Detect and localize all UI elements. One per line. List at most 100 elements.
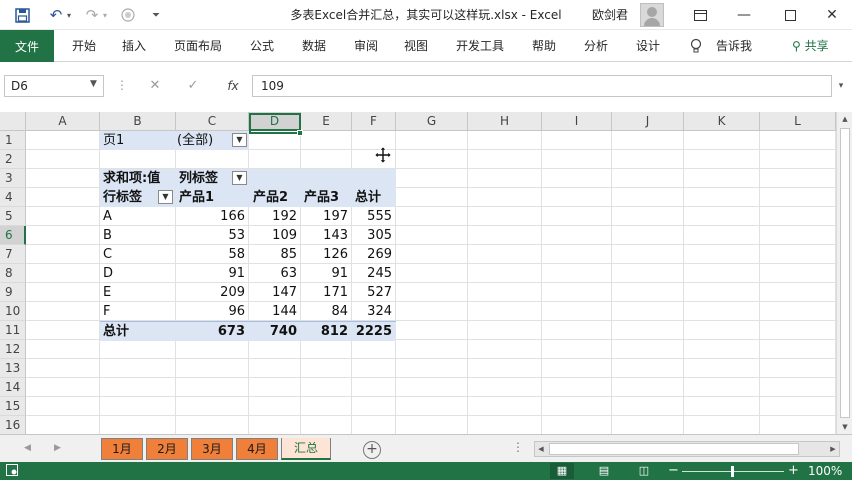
column-header-i[interactable]: I <box>542 112 612 131</box>
select-all-corner[interactable] <box>0 112 26 131</box>
tab-page-layout[interactable]: 页面布局 <box>174 30 222 62</box>
pivot-value-cell[interactable]: 269 <box>352 245 396 264</box>
row-header-5[interactable]: 5 <box>0 207 26 226</box>
sheet-tab-summary[interactable]: 汇总 <box>281 438 331 460</box>
name-box[interactable]: D6 <box>4 75 104 97</box>
pivot-value-cell[interactable]: 144 <box>249 302 301 321</box>
tab-file[interactable]: 文件 <box>0 30 54 62</box>
row-header-6[interactable]: 6 <box>0 226 26 245</box>
column-header-k[interactable]: K <box>684 112 760 131</box>
pivot-value-cell[interactable]: 143 <box>301 226 352 245</box>
save-icon[interactable] <box>12 5 32 25</box>
pivot-value-cell[interactable]: 527 <box>352 283 396 302</box>
ribbon-display-options-icon[interactable] <box>680 0 720 30</box>
touch-mode-icon[interactable] <box>118 5 138 25</box>
zoom-level[interactable]: 100% <box>808 462 842 480</box>
row-header-13[interactable]: 13 <box>0 359 26 378</box>
horizontal-scrollbar[interactable]: ◀ ▶ <box>534 441 840 457</box>
pivot-value-cell[interactable]: 192 <box>249 207 301 226</box>
row-header-10[interactable]: 10 <box>0 302 26 321</box>
row-header-14[interactable]: 14 <box>0 378 26 397</box>
tab-data[interactable]: 数据 <box>302 30 326 62</box>
enter-icon[interactable]: ✓ <box>182 75 204 97</box>
tab-split-grip[interactable]: ⋮ <box>512 440 524 454</box>
column-header-h[interactable]: H <box>468 112 542 131</box>
macro-record-icon[interactable] <box>6 464 18 479</box>
maximize-icon[interactable] <box>770 0 810 30</box>
customize-quick-access-icon[interactable]: ⏷ <box>146 5 166 25</box>
tab-developer[interactable]: 开发工具 <box>456 30 504 62</box>
tab-home[interactable]: 开始 <box>72 30 96 62</box>
tab-view[interactable]: 视图 <box>404 30 428 62</box>
tab-formulas[interactable]: 公式 <box>250 30 274 62</box>
sheet-tab-mar[interactable]: 3月 <box>191 438 233 460</box>
tab-analyze[interactable]: 分析 <box>584 30 608 62</box>
scroll-up-icon[interactable]: ▲ <box>837 112 852 126</box>
page-layout-view-icon[interactable]: ▤ <box>592 463 616 479</box>
tab-insert[interactable]: 插入 <box>122 30 146 62</box>
tab-help[interactable]: 帮助 <box>532 30 556 62</box>
pivot-value-cell[interactable]: 85 <box>249 245 301 264</box>
column-filter-dropdown-icon[interactable]: ▼ <box>232 171 247 185</box>
column-header-b[interactable]: B <box>100 112 176 131</box>
row-header-15[interactable]: 15 <box>0 397 26 416</box>
cancel-icon[interactable]: ✕ <box>144 75 166 97</box>
fill-handle[interactable] <box>297 130 303 136</box>
normal-view-icon[interactable]: ▦ <box>550 463 574 479</box>
next-sheet-icon[interactable]: ▶ <box>54 443 61 453</box>
pivot-value-cell[interactable]: 324 <box>352 302 396 321</box>
pivot-value-cell[interactable]: 63 <box>249 264 301 283</box>
sheet-tab-jan[interactable]: 1月 <box>101 438 143 460</box>
column-header-e[interactable]: E <box>301 112 352 131</box>
redo-dropdown-icon[interactable]: ▾ <box>100 5 110 25</box>
row-header-2[interactable]: 2 <box>0 150 26 169</box>
pivot-value-cell[interactable]: 53 <box>176 226 249 245</box>
pivot-value-cell[interactable]: 96 <box>176 302 249 321</box>
sheet-tab-feb[interactable]: 2月 <box>146 438 188 460</box>
pivot-value-cell[interactable]: 147 <box>249 283 301 302</box>
column-header-l[interactable]: L <box>760 112 836 131</box>
share-button[interactable]: ⚲ 共享 <box>792 30 829 62</box>
undo-icon[interactable]: ↶ <box>46 5 66 25</box>
close-icon[interactable]: ✕ <box>812 0 852 30</box>
pivot-value-cell[interactable]: 126 <box>301 245 352 264</box>
formula-input[interactable]: 109 <box>252 75 832 97</box>
pivot-value-cell[interactable]: 305 <box>352 226 396 245</box>
row-header-12[interactable]: 12 <box>0 340 26 359</box>
expand-formula-bar-icon[interactable]: ▾ <box>834 75 848 97</box>
scroll-down-icon[interactable]: ▼ <box>837 420 852 434</box>
insert-function-icon[interactable]: fx <box>222 75 244 97</box>
zoom-out-icon[interactable]: − <box>668 462 679 480</box>
vertical-scroll-thumb[interactable] <box>840 128 850 418</box>
user-name[interactable]: 欧剑君 <box>592 0 628 30</box>
sheet-tab-apr[interactable]: 4月 <box>236 438 278 460</box>
filter-dropdown-icon[interactable]: ▼ <box>232 133 247 147</box>
scroll-right-icon[interactable]: ▶ <box>827 442 839 456</box>
pivot-value-cell[interactable]: 58 <box>176 245 249 264</box>
row-header-9[interactable]: 9 <box>0 283 26 302</box>
pivot-value-cell[interactable]: 91 <box>176 264 249 283</box>
row-header-16[interactable]: 16 <box>0 416 26 434</box>
pivot-value-cell[interactable]: 166 <box>176 207 249 226</box>
column-header-f[interactable]: F <box>352 112 396 131</box>
pivot-value-cell[interactable]: 197 <box>301 207 352 226</box>
column-header-a[interactable]: A <box>26 112 100 131</box>
active-cell-outline[interactable] <box>249 113 301 134</box>
row-header-4[interactable]: 4 <box>0 188 26 207</box>
tab-design[interactable]: 设计 <box>636 30 660 62</box>
tab-review[interactable]: 审阅 <box>354 30 378 62</box>
row-header-8[interactable]: 8 <box>0 264 26 283</box>
pivot-value-cell[interactable]: 171 <box>301 283 352 302</box>
pivot-value-cell[interactable]: 555 <box>352 207 396 226</box>
row-header-7[interactable]: 7 <box>0 245 26 264</box>
page-break-preview-icon[interactable]: ◫ <box>632 463 656 479</box>
undo-dropdown-icon[interactable]: ▾ <box>64 5 74 25</box>
column-header-c[interactable]: C <box>176 112 249 131</box>
column-header-j[interactable]: J <box>612 112 684 131</box>
chevron-down-icon[interactable]: ▼ <box>90 79 97 89</box>
pivot-value-cell[interactable]: 209 <box>176 283 249 302</box>
zoom-slider-thumb[interactable] <box>731 466 734 477</box>
column-header-g[interactable]: G <box>396 112 468 131</box>
row-filter-dropdown-icon[interactable]: ▼ <box>158 190 173 204</box>
pivot-value-cell[interactable]: 245 <box>352 264 396 283</box>
